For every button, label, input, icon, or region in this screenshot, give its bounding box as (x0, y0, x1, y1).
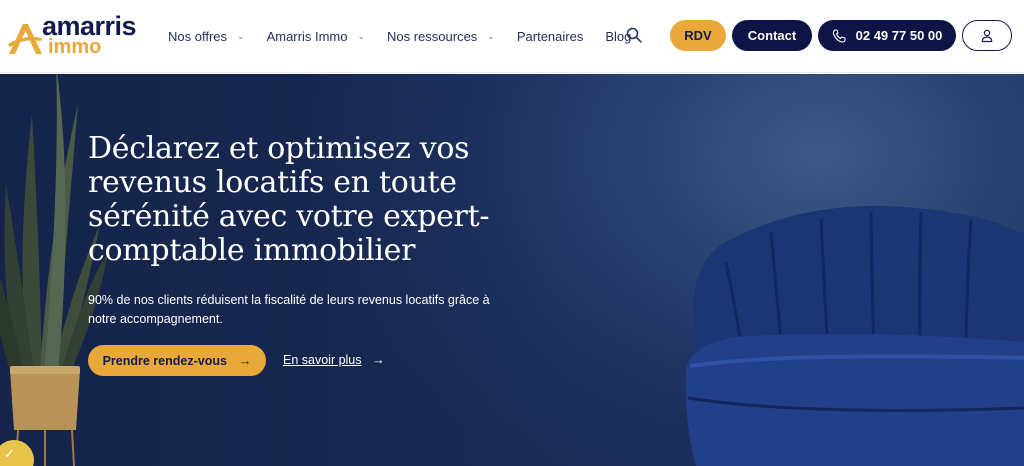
chevron-down-icon: ⌄ (237, 30, 245, 41)
account-button[interactable] (962, 20, 1012, 51)
check-icon: ✓ (4, 446, 15, 461)
rdv-button[interactable]: RDV (670, 20, 726, 51)
chevron-down-icon: ⌄ (487, 30, 495, 41)
arrow-right-icon: → (372, 352, 385, 367)
nav-item-partenaires[interactable]: Partenaires (517, 29, 583, 44)
book-appointment-button[interactable]: Prendre rendez-vous → (88, 345, 266, 376)
nav-item-label: Partenaires (516, 28, 584, 44)
hero-title: Déclarez et optimisez vos revenus locati… (88, 131, 490, 268)
search-icon[interactable] (626, 27, 642, 43)
cta-label: Prendre rendez-vous (102, 353, 227, 368)
user-icon (981, 29, 993, 42)
nav-item-label: Nos ressources (387, 28, 478, 44)
nav-item-label: Amarris Immo (266, 28, 348, 44)
nav-item-nos-ressources[interactable]: Nos ressources ⌄ (387, 29, 495, 44)
contact-button[interactable]: Contact (732, 20, 812, 51)
nav-item-label: Nos offres (168, 28, 228, 44)
hero-subtitle: 90% de nos clients réduisent la fiscalit… (88, 293, 490, 326)
hero-section: Déclarez et optimisez vos revenus locati… (0, 74, 1024, 466)
phone-number: 02 49 77 50 00 (855, 28, 943, 43)
site-header: amarris immo Nos offres ⌄ Amarris Immo ⌄… (0, 0, 1024, 73)
learn-more-link[interactable]: En savoir plus (283, 353, 362, 367)
phone-button[interactable]: 02 49 77 50 00 (818, 20, 956, 51)
arrow-right-icon: → (238, 353, 252, 368)
logo-mark-icon (8, 24, 42, 54)
nav-item-nos-offres[interactable]: Nos offres ⌄ (168, 29, 245, 44)
logo-subword: immo (48, 36, 102, 58)
phone-icon (832, 28, 846, 43)
armchair-image (686, 205, 1024, 466)
nav-item-amarris-immo[interactable]: Amarris Immo ⌄ (267, 29, 365, 44)
main-nav: Nos offres ⌄ Amarris Immo ⌄ Nos ressourc… (168, 27, 653, 45)
chevron-down-icon: ⌄ (357, 30, 365, 41)
amarris-immo-logo[interactable]: amarris immo (6, 12, 151, 60)
